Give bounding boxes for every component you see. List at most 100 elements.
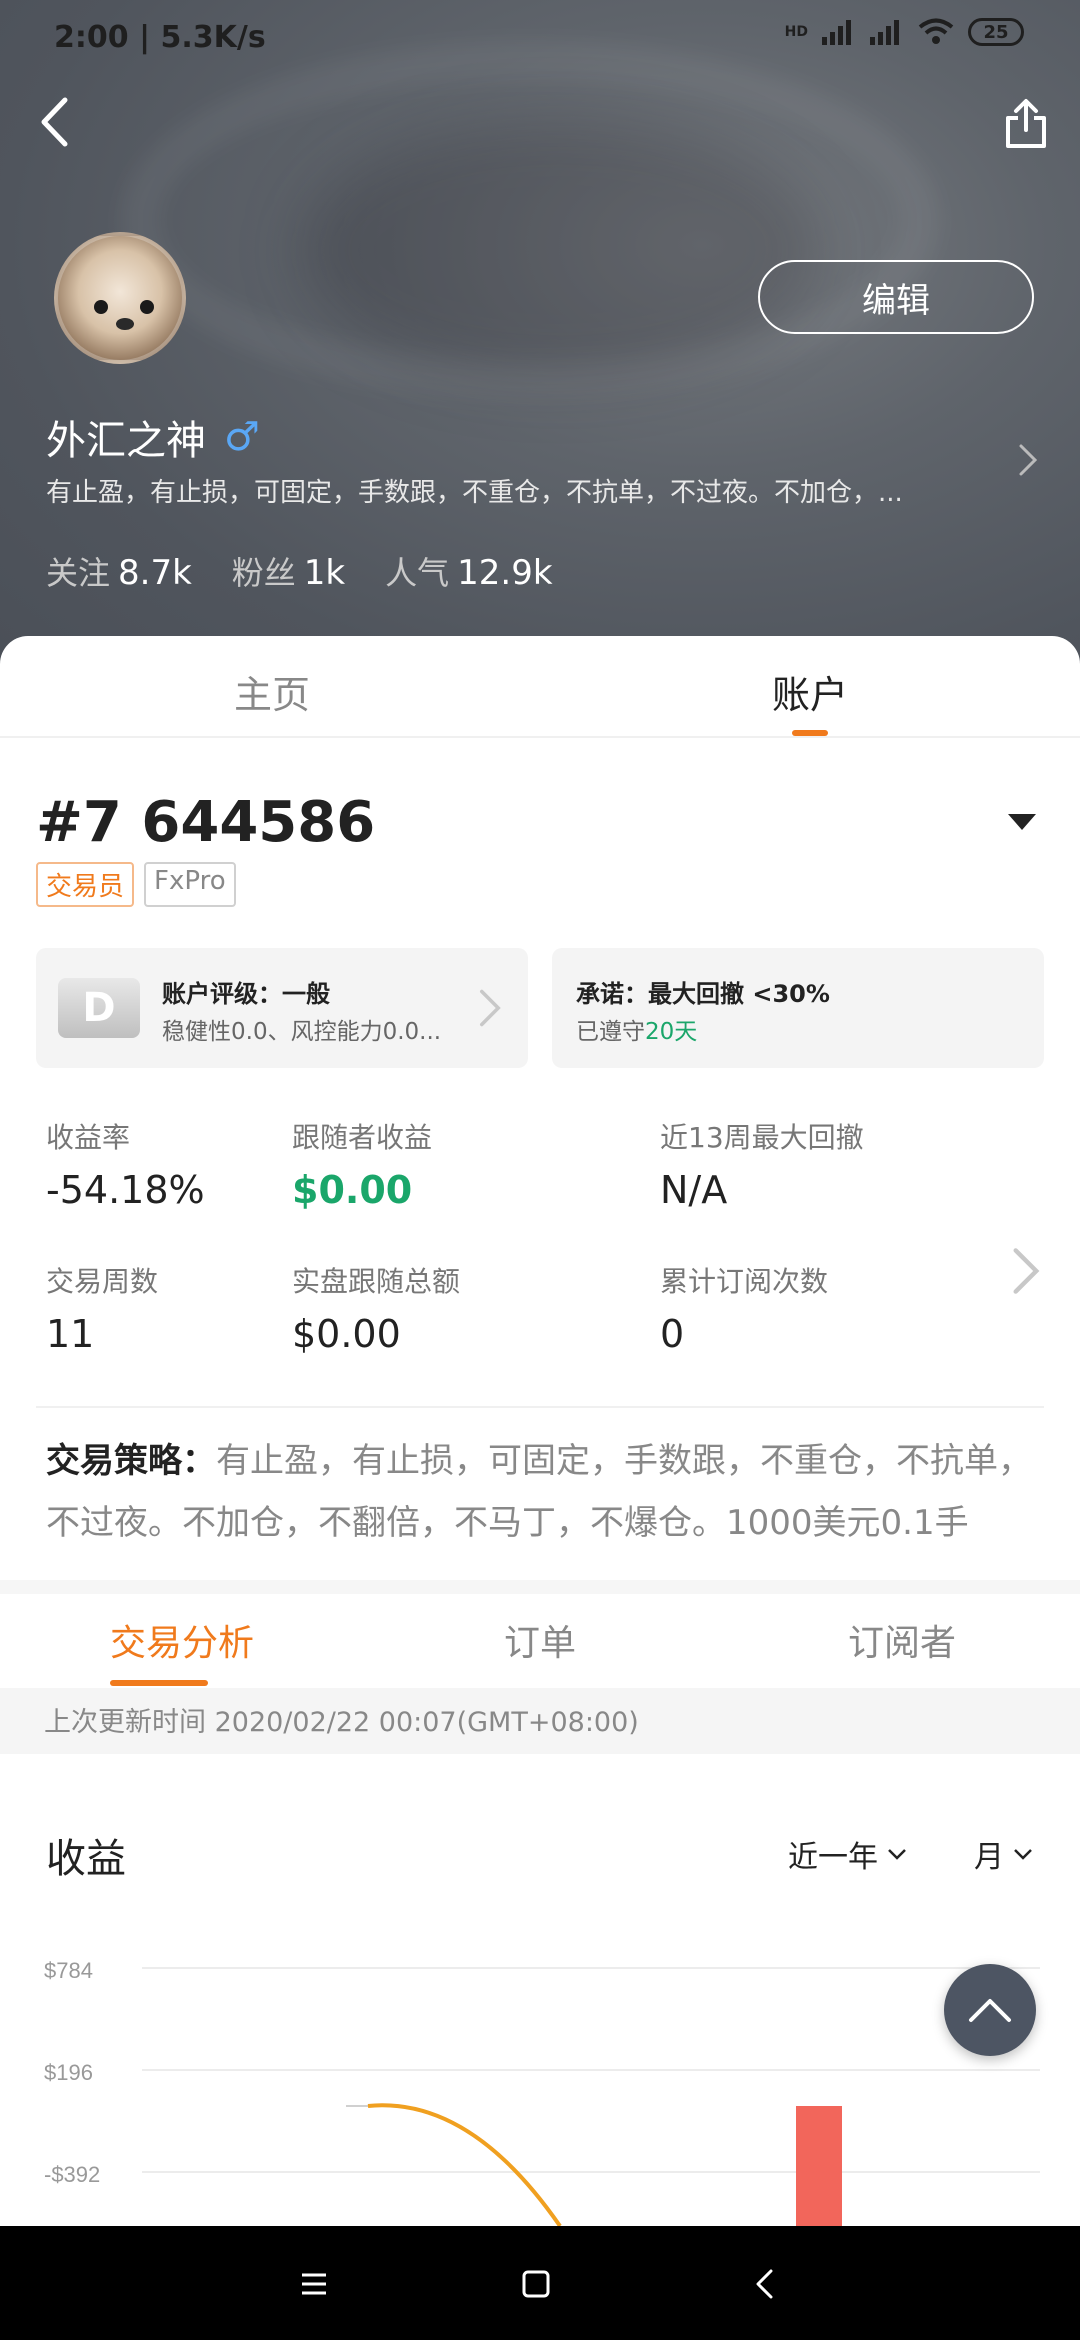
status-icons: HD 25	[785, 18, 1024, 46]
tab-active-indicator	[792, 730, 828, 736]
section-gap	[0, 1580, 1080, 1594]
metric-label: 收益率	[46, 1121, 131, 1154]
metric-value: $0.00	[292, 1168, 413, 1212]
stat-popularity: 人气 12.9k	[385, 548, 552, 594]
network-type-label: HD	[784, 24, 808, 40]
chevron-right-icon	[1019, 444, 1038, 476]
scroll-to-top-button[interactable]	[944, 1964, 1036, 2056]
promise-days: 20天	[645, 1019, 698, 1045]
metric-value: N/A	[660, 1168, 728, 1212]
rating-card[interactable]: D 账户评级：一般 稳健性0.0、风控能力0.0...	[36, 948, 528, 1068]
nav-back-button[interactable]	[736, 2256, 792, 2312]
analysis-tabs: 交易分析 订单 订阅者	[0, 1594, 1080, 1690]
username-row: 外汇之神 ♂	[46, 408, 260, 466]
male-icon: ♂	[224, 414, 260, 460]
stat-label: 人气	[385, 554, 450, 592]
signal-icon	[822, 20, 851, 45]
chevron-down-icon	[888, 1849, 906, 1860]
share-button[interactable]	[994, 92, 1058, 156]
home-square-icon	[522, 2270, 550, 2298]
promise-card: 承诺：最大回撤 <30% 已遵守20天	[552, 948, 1044, 1068]
strategy-label: 交易策略：	[46, 1441, 216, 1481]
stat-label: 粉丝	[231, 554, 296, 592]
metric-label: 实盘跟随总额	[292, 1265, 461, 1298]
dropdown-triangle-icon[interactable]	[1008, 814, 1036, 830]
period-filter-label: 月	[974, 1840, 1004, 1875]
back-triangle-icon	[756, 2269, 773, 2299]
avatar[interactable]	[54, 232, 186, 364]
edit-profile-button[interactable]: 编辑	[758, 260, 1034, 334]
tag-trader: 交易员	[36, 862, 135, 907]
chevron-right-icon	[1013, 1248, 1040, 1294]
wifi-icon	[918, 18, 954, 44]
account-tags: 交易员 FxPro	[36, 862, 236, 907]
section-divider	[36, 1406, 1044, 1408]
stat-value: 12.9k	[457, 553, 553, 593]
rating-title: 账户评级：一般	[162, 980, 330, 1008]
earnings-chart: $784 $196 -$392	[44, 1958, 1040, 2226]
avatar-nose	[116, 318, 134, 330]
header-background-shape-2	[300, 120, 820, 380]
back-button[interactable]	[24, 92, 84, 152]
y-tick-label: $784	[44, 1958, 93, 1983]
promise-subtitle: 已遵守20天	[576, 1012, 697, 1046]
metric-value: 11	[46, 1312, 95, 1356]
chevron-right-icon	[480, 989, 501, 1027]
stat-value: 1k	[303, 553, 346, 593]
metric-value: 0	[660, 1312, 685, 1356]
metric-follower-profit: 跟随者收益 $0.00	[292, 1116, 432, 1212]
bio-expand-button[interactable]	[1008, 440, 1048, 480]
range-filter-dropdown[interactable]: 近一年	[788, 1832, 908, 1876]
chevron-down-icon	[1014, 1849, 1032, 1860]
metric-value: $0.00	[292, 1312, 401, 1356]
y-tick-label: $196	[44, 2060, 93, 2085]
avatar-eye-right	[140, 300, 154, 314]
username: 外汇之神	[46, 418, 206, 464]
promise-title: 承诺：最大回撤 <30%	[576, 980, 830, 1008]
y-tick-label: -$392	[44, 2162, 100, 2187]
tab-subscribers[interactable]: 订阅者	[848, 1614, 956, 1666]
back-arrow-icon	[41, 97, 68, 147]
avatar-eye-left	[94, 300, 108, 314]
tab-home[interactable]: 主页	[234, 664, 310, 719]
rating-badge: D	[58, 978, 140, 1038]
nav-home-button[interactable]	[508, 2256, 564, 2312]
account-cards: D 账户评级：一般 稳健性0.0、风控能力0.0... 承诺：最大回撤 <30%…	[36, 948, 1044, 1068]
stat-label: 关注	[46, 554, 111, 592]
range-filter-label: 近一年	[788, 1840, 878, 1875]
battery-icon: 25	[968, 18, 1024, 46]
stat-value: 8.7k	[118, 553, 192, 593]
trading-strategy: 交易策略：有止盈，有止损，可固定，手数跟，不重仓，不抗单，不过夜。不加仓，不翻倍…	[46, 1430, 1036, 1554]
profile-bio[interactable]: 有止盈，有止损，可固定，手数跟，不重仓，不抗单，不过夜。不加仓，...	[46, 472, 966, 509]
signal-icon-2	[870, 20, 899, 45]
tab-orders[interactable]: 订单	[504, 1614, 576, 1666]
metric-label: 跟随者收益	[292, 1121, 433, 1154]
system-nav-bar	[0, 2226, 1080, 2340]
earnings-line	[367, 2103, 562, 2226]
metric-label: 交易周数	[46, 1265, 159, 1298]
metric-follow-total: 实盘跟随总额 $0.00	[292, 1260, 460, 1356]
tab-trade-analysis[interactable]: 交易分析	[110, 1614, 254, 1666]
earnings-bar	[796, 2106, 842, 2226]
subtab-active-indicator	[110, 1680, 208, 1686]
profile-stats: 关注 8.7k 粉丝 1k 人气 12.9k	[46, 548, 553, 594]
menu-icon	[302, 2273, 326, 2295]
nav-menu-button[interactable]	[286, 2256, 342, 2312]
earnings-title: 收益	[46, 1836, 126, 1882]
last-updated-text: 上次更新时间 2020/02/22 00:07(GMT+08:00)	[0, 1688, 1080, 1754]
main-tabs: 主页 账户	[0, 636, 1080, 738]
tab-account[interactable]: 账户	[772, 664, 848, 719]
rating-subtitle: 稳健性0.0、风控能力0.0...	[162, 1019, 442, 1045]
tag-broker: FxPro	[144, 862, 236, 907]
stat-followers[interactable]: 粉丝 1k	[232, 548, 345, 594]
metric-subscriptions: 累计订阅次数 0	[660, 1260, 828, 1356]
share-icon	[1006, 99, 1046, 148]
metric-return: 收益率 -54.18%	[46, 1116, 205, 1212]
promise-prefix: 已遵守	[576, 1019, 645, 1045]
stat-following[interactable]: 关注 8.7k	[46, 548, 192, 594]
status-time: 2:00 | 5.3K/s	[54, 20, 266, 55]
metric-value: -54.18%	[46, 1168, 205, 1212]
metric-label: 累计订阅次数	[660, 1265, 829, 1298]
period-filter-dropdown[interactable]: 月	[974, 1832, 1034, 1876]
metric-label: 近13周最大回撤	[660, 1121, 864, 1154]
